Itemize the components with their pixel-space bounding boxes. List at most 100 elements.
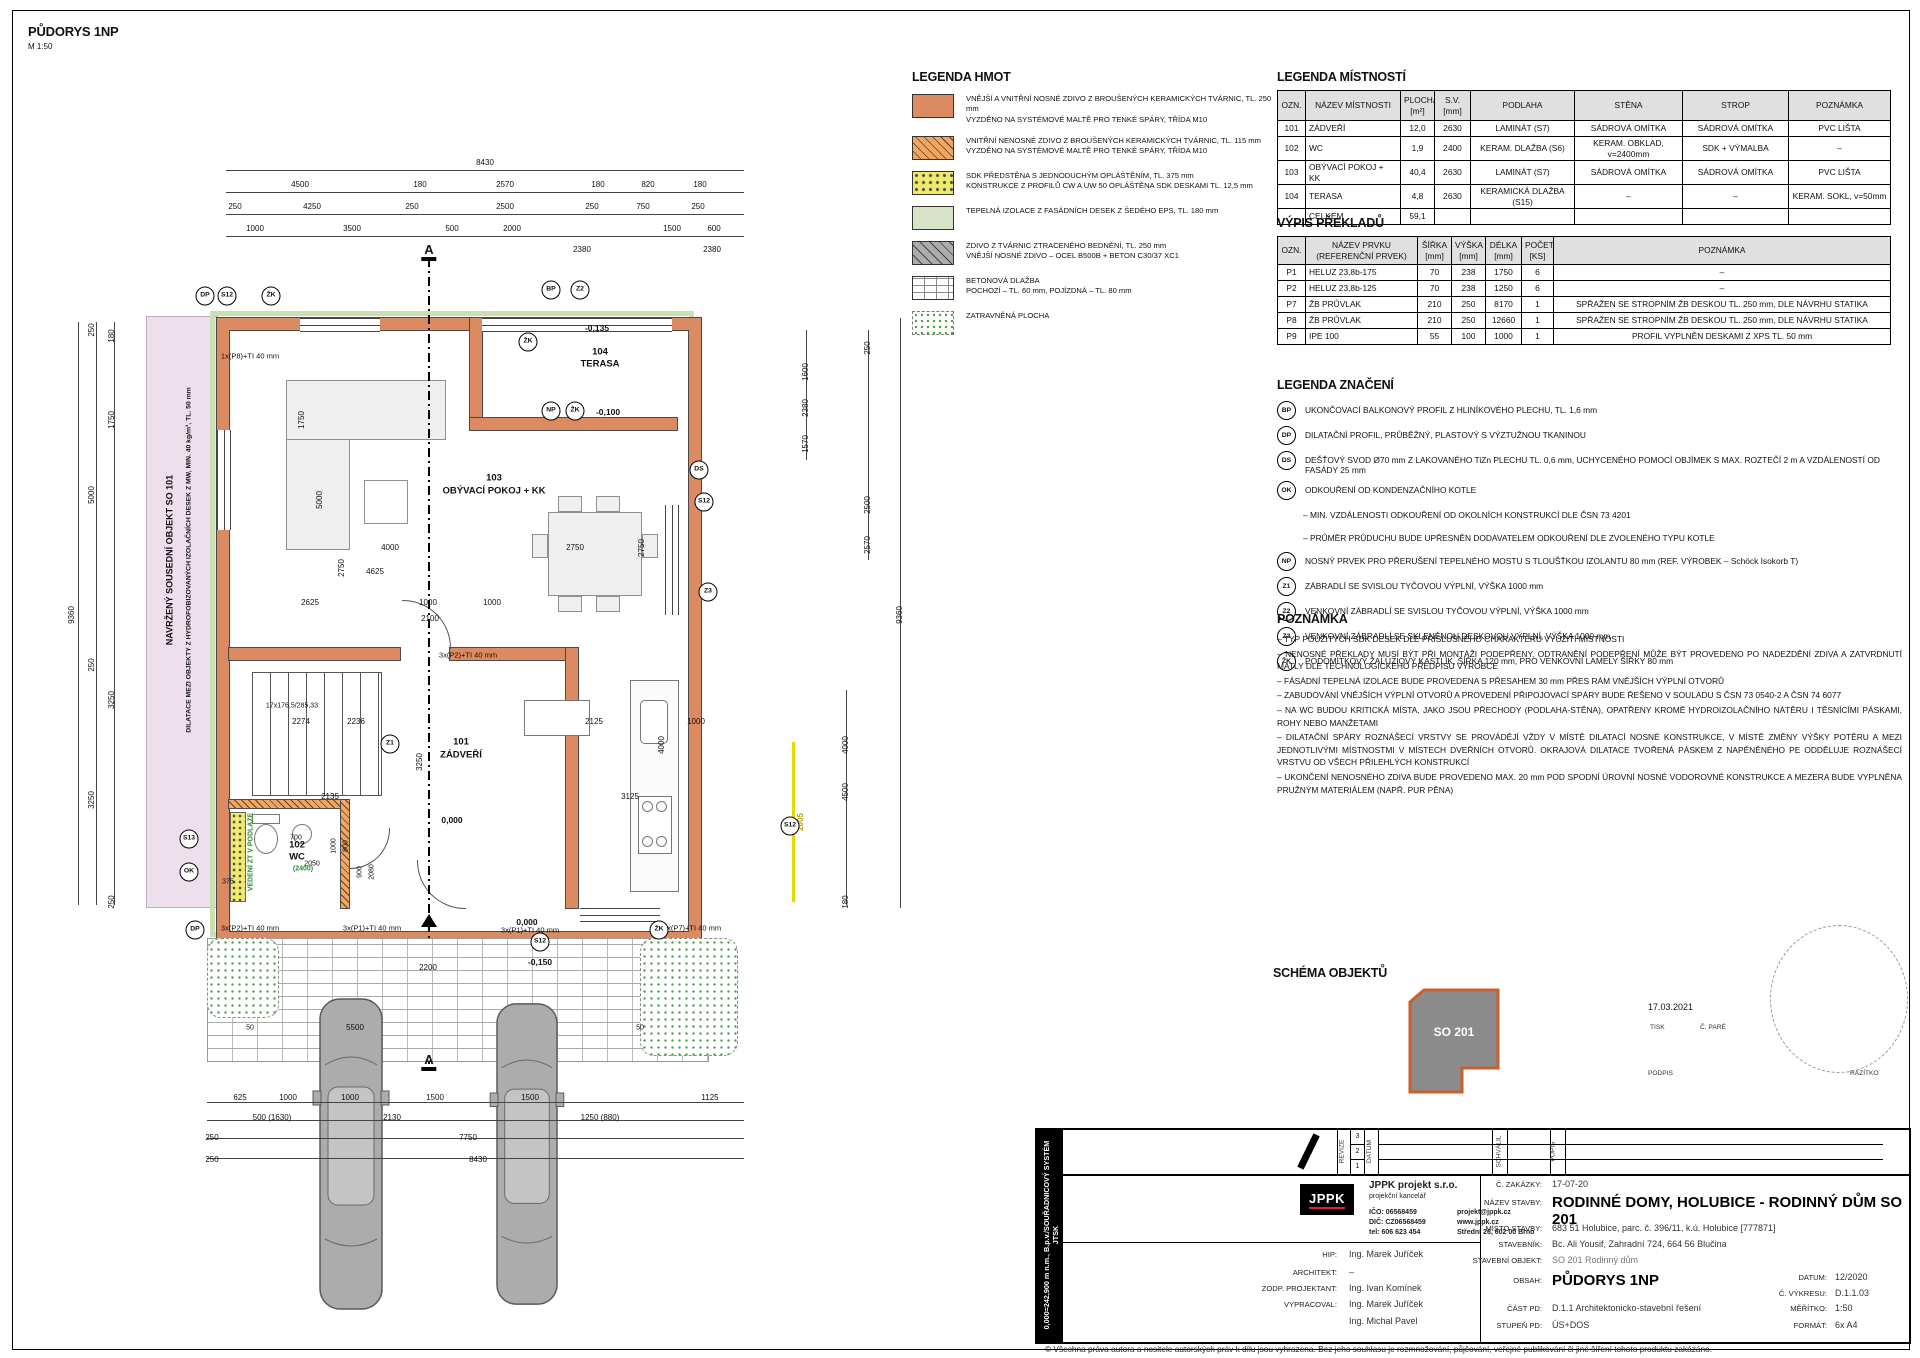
company-sub: projekční kancelář [1369, 1193, 1426, 1200]
plan-label: 2135 [321, 793, 339, 801]
plan-label: 2236 [347, 718, 365, 726]
rooms-legend: LEGENDA MÍSTNOSTÍ OZN.NÁZEV MÍSTNOSTIPLO… [1277, 70, 1890, 225]
column-header: STROP [1683, 91, 1789, 121]
lintels-legend: VÝPIS PŘEKLADŮ OZN.NÁZEV PRVKU (REFERENČ… [1277, 216, 1890, 345]
schema-object-label: SO 201 [1434, 1025, 1475, 1039]
plan-label: 250 [405, 203, 418, 211]
plan-label: 102 [289, 840, 305, 850]
plan-label: 500 [445, 225, 458, 233]
plan-label: 1570 [802, 435, 810, 453]
stavebnik-value: Bc. Ali Yousif, Zahradní 724, 664 56 Blu… [1552, 1239, 1727, 1249]
plan-label: 2274 [292, 718, 310, 726]
plan-label: 0,000 [441, 816, 462, 825]
plan-label: 101 [453, 737, 469, 747]
drawing-sheet: PŮDORYS 1NP M 1:50 [0, 0, 1920, 1358]
plan-label: 2750 [638, 539, 646, 557]
plan-label: ZÁDVEŘÍ [440, 750, 482, 760]
plan-label: 2625 [301, 599, 319, 607]
plan-label: 250 [88, 658, 96, 671]
table-row: 103OBÝVACÍ POKOJ + KK40,42630 LAMINÁT (S… [1278, 161, 1891, 185]
table-row: P7ŽB PRŮVLAK210250 81701SPŘAŽEN SE STROP… [1278, 297, 1891, 313]
plan-label: 4000 [381, 544, 399, 552]
plan-marker: S12 [695, 493, 714, 512]
symbol-item: Z1 ZÁBRADLÍ SE SVISLOU TYČOVOU VÝPLNÍ, V… [1277, 577, 1902, 596]
plan-label: 1500 [663, 225, 681, 233]
plan-label: 250 [205, 1134, 218, 1142]
stupen-label: STUPEŇ PD: [1422, 1321, 1542, 1330]
symbol-text: DEŠŤOVÝ SVOD Ø70 mm Z LAKOVANÉHO TiZn PL… [1305, 451, 1902, 475]
stamp-label: RAZÍTKO [1850, 1070, 1879, 1077]
lintels-title: VÝPIS PŘEKLADŮ [1277, 216, 1890, 230]
symbol-badge-icon: DS [1277, 451, 1296, 470]
legend-swatch [912, 171, 954, 195]
plan-label: 250 [585, 203, 598, 211]
north-arrow-icon [1297, 1133, 1320, 1169]
plan-label: 180 [108, 329, 116, 342]
symbol-item: BP UKONČOVACÍ BALKONOVÝ PROFIL Z HLINÍKO… [1277, 401, 1902, 420]
plan-label: 1250 (880) [581, 1114, 620, 1122]
meritko-value: 1:50 [1835, 1303, 1853, 1313]
plan-label: 2750 [566, 544, 584, 552]
plan-label: 625 [233, 1094, 246, 1102]
note-line: – FÁSÁDNÍ TEPELNÁ IZOLACE BUDE PROVEDENA… [1277, 675, 1902, 688]
misto-label: MÍSTO STAVBY: [1422, 1224, 1542, 1233]
plan-label: 5500 [346, 1024, 364, 1032]
plan-label: 250 [205, 1156, 218, 1164]
company-email: projekt@jppk.cz [1457, 1209, 1511, 1216]
plan-label: 9360 [68, 606, 76, 624]
plan-label: 180 [413, 181, 426, 189]
symbol-badge-icon: DP [1277, 426, 1296, 445]
plan-label: 8430 [469, 1156, 487, 1164]
datum-label: DATUM: [1727, 1273, 1827, 1282]
plan-label: 5000 [316, 491, 324, 509]
meritko-label: MĚŘÍTKO: [1727, 1304, 1827, 1313]
plan-label: 4625 [366, 568, 384, 576]
plan-label: 2125 [585, 718, 603, 726]
symbol-text: – MIN. VZDÁLENOSTI ODKOUŘENÍ OD OKOLNÍCH… [1303, 506, 1631, 520]
plan-label: 180 [842, 895, 850, 908]
plan-label: 1750 [298, 411, 306, 429]
plan-label: 3125 [621, 793, 639, 801]
lintels-table-header: OZN.NÁZEV PRVKU (REFERENČNÍ PRVEK)ŠÍŘKA … [1278, 237, 1891, 265]
legend-swatch [912, 94, 954, 118]
plan-label: -0,135 [585, 324, 609, 333]
symbols-title: LEGENDA ZNAČENÍ [1277, 378, 1902, 392]
plan-label: VEDENÍ ZT V PODLAZE [248, 813, 255, 892]
revize-label: REVIZE [1338, 1140, 1345, 1164]
plan-label: 800 [343, 840, 350, 852]
print-date: 17.03.2021 [1648, 1002, 1693, 1012]
schvalil-label: SCHVÁLIL [1495, 1136, 1502, 1168]
obsah-label: OBSAH: [1422, 1276, 1542, 1285]
plan-label: 2380 [573, 246, 591, 254]
column-header: DÉLKA [mm] [1486, 237, 1522, 265]
legend-hmot-list: VNĚJŠÍ A VNITŘNÍ NOSNÉ ZDIVO Z BROUŠENÝC… [912, 94, 1272, 335]
plan-marker: Z3 [699, 583, 718, 602]
plan-marker: S12 [218, 287, 237, 306]
vypracoval-value-1: Ing. Marek Juříček [1349, 1299, 1423, 1309]
symbol-item: – MIN. VZDÁLENOSTI ODKOUŘENÍ OD OKOLNÍCH… [1277, 506, 1902, 523]
plan-label: 2570 [496, 181, 514, 189]
legend-hmot-item: SDK PŘEDSTĚNA S JEDNODUCHÝM OPLÁŠTĚNÍM, … [912, 171, 1272, 195]
schema-title: SCHÉMA OBJEKTŮ [1273, 966, 1387, 980]
plan-marker: S12 [531, 933, 550, 952]
symbol-badge-icon [1277, 506, 1294, 523]
format-value: 6x A4 [1835, 1320, 1858, 1330]
plan-label: 5000 [88, 486, 96, 504]
symbol-badge-icon: OK [1277, 481, 1296, 500]
plan-marker: DP [186, 921, 205, 940]
legend-item-text: ZATRAVNĚNÁ PLOCHA [966, 311, 1049, 321]
plan-label: 2750 [338, 559, 346, 577]
plan-label: WC [289, 852, 305, 862]
plan-marker: OK [180, 863, 199, 882]
plan-label: 2100 [421, 615, 439, 623]
plan-marker: DS [690, 461, 709, 480]
plan-label: 2500 [864, 496, 872, 514]
note-line: – DILATAČNÍ SPÁRY ROZNÁŠECÍ VRSTVY SE PR… [1277, 731, 1902, 769]
column-header: PODLAHA [1471, 91, 1575, 121]
plan-label: A [421, 1053, 436, 1071]
legend-swatch [912, 241, 954, 265]
plan-marker: ŽK [519, 333, 538, 352]
plan-label: 104 [592, 347, 608, 357]
plan-marker: ŽK [566, 402, 585, 421]
plan-label: 9360 [896, 606, 904, 624]
